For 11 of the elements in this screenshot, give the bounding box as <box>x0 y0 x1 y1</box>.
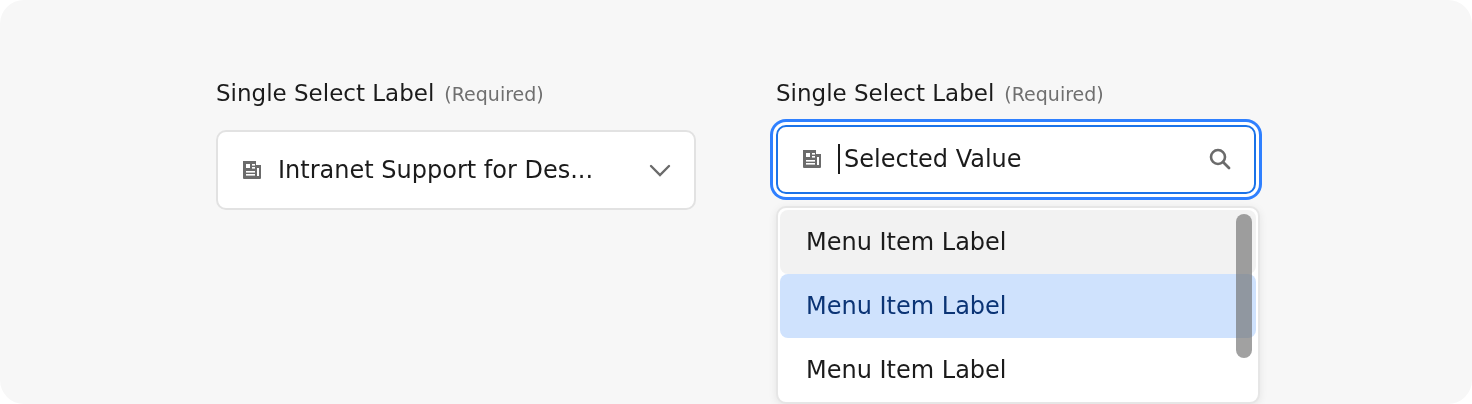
menu-item[interactable]: Menu Item Label <box>780 210 1256 274</box>
required-hint: (Required) <box>444 83 544 105</box>
menu-item[interactable]: Menu Item Label <box>780 338 1256 402</box>
field-label: Single Select Label <box>776 80 995 106</box>
search-icon <box>1208 147 1232 172</box>
required-hint: (Required) <box>1004 83 1104 105</box>
document-icon <box>240 158 264 182</box>
menu-item[interactable]: Menu Item Label <box>780 274 1256 338</box>
select-field[interactable]: Intranet Support for Des... <box>216 130 696 210</box>
scrollbar[interactable] <box>1236 214 1252 358</box>
field-label: Single Select Label <box>216 80 435 106</box>
